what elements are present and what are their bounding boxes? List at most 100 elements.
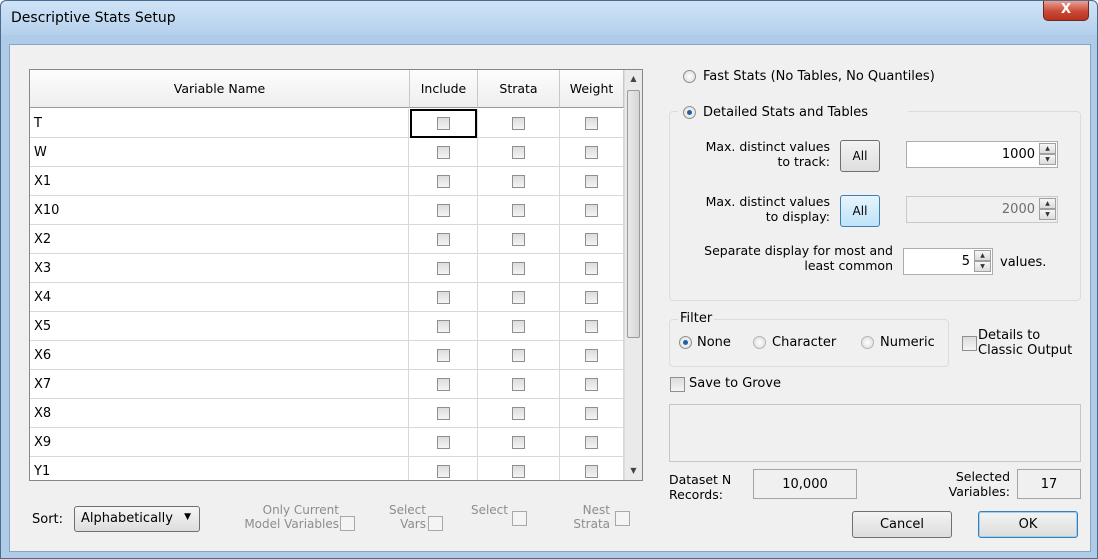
column-header-weight[interactable]: Weight xyxy=(560,70,624,108)
scroll-down-arrow-icon[interactable]: ▼ xyxy=(625,462,642,479)
include-checkbox[interactable] xyxy=(437,320,450,333)
table-row[interactable]: X3 xyxy=(30,254,624,283)
weight-checkbox[interactable] xyxy=(585,291,598,304)
variable-name-cell[interactable]: X3 xyxy=(30,254,409,283)
display-all-button[interactable]: All xyxy=(840,195,880,227)
sort-dropdown[interactable]: Alphabetically ▼ xyxy=(74,506,200,532)
include-checkbox[interactable] xyxy=(437,175,450,188)
include-checkbox[interactable] xyxy=(437,204,450,217)
spin-down-icon[interactable]: ▼ xyxy=(1039,209,1056,220)
variable-name-cell[interactable]: W xyxy=(30,138,409,167)
scrollbar-thumb[interactable] xyxy=(627,90,640,338)
weight-checkbox[interactable] xyxy=(585,175,598,188)
weight-checkbox[interactable] xyxy=(585,262,598,275)
strata-checkbox[interactable] xyxy=(512,233,525,246)
variable-name-cell[interactable]: X9 xyxy=(30,428,409,457)
strata-checkbox[interactable] xyxy=(512,175,525,188)
spin-up-icon[interactable]: ▲ xyxy=(1039,143,1056,154)
include-checkbox[interactable] xyxy=(437,291,450,304)
column-header-strata[interactable]: Strata xyxy=(478,70,560,108)
weight-checkbox[interactable] xyxy=(585,204,598,217)
variable-name-cell[interactable]: X4 xyxy=(30,283,409,312)
spin-down-icon[interactable]: ▼ xyxy=(974,261,991,272)
track-all-button[interactable]: All xyxy=(840,140,880,172)
variable-name-cell[interactable]: X10 xyxy=(30,196,409,225)
strata-checkbox[interactable] xyxy=(512,407,525,420)
include-checkbox[interactable] xyxy=(437,262,450,275)
table-row[interactable]: X2 xyxy=(30,225,624,254)
table-row[interactable]: X10 xyxy=(30,196,624,225)
table-row[interactable]: X8 xyxy=(30,399,624,428)
table-row[interactable]: X4 xyxy=(30,283,624,312)
strata-checkbox[interactable] xyxy=(512,349,525,362)
include-checkbox[interactable] xyxy=(437,436,450,449)
filter-none-label[interactable]: None xyxy=(697,335,731,350)
variable-name-cell[interactable]: X1 xyxy=(30,167,409,196)
variable-name-cell[interactable]: X7 xyxy=(30,370,409,399)
ok-button[interactable]: OK xyxy=(978,511,1078,538)
track-limit-input[interactable]: 1000 ▲ ▼ xyxy=(906,141,1058,168)
table-row[interactable]: X7 xyxy=(30,370,624,399)
display-limit-spinner[interactable]: ▲ ▼ xyxy=(1039,198,1056,221)
scroll-up-arrow-icon[interactable]: ▲ xyxy=(625,70,642,87)
weight-checkbox[interactable] xyxy=(585,378,598,391)
weight-checkbox[interactable] xyxy=(585,146,598,159)
spin-up-icon[interactable]: ▲ xyxy=(974,250,991,261)
filter-none-radio[interactable] xyxy=(679,336,692,349)
strata-checkbox[interactable] xyxy=(512,146,525,159)
save-to-grove-checkbox[interactable] xyxy=(670,377,685,392)
separate-display-input[interactable]: 5 ▲ ▼ xyxy=(903,248,993,275)
save-to-grove-label[interactable]: Save to Grove xyxy=(689,376,781,391)
variable-name-cell[interactable]: X8 xyxy=(30,399,409,428)
filter-character-radio[interactable] xyxy=(753,336,766,349)
spin-up-icon[interactable]: ▲ xyxy=(1039,198,1056,209)
details-classic-output-checkbox[interactable] xyxy=(962,336,977,351)
display-limit-input[interactable]: 2000 ▲ ▼ xyxy=(906,196,1058,223)
table-row[interactable]: Y1 xyxy=(30,457,624,480)
weight-checkbox[interactable] xyxy=(585,465,598,478)
strata-checkbox[interactable] xyxy=(512,262,525,275)
detailed-stats-label[interactable]: Detailed Stats and Tables xyxy=(703,105,868,120)
include-checkbox[interactable] xyxy=(437,146,450,159)
column-header-include[interactable]: Include xyxy=(410,70,478,108)
weight-checkbox[interactable] xyxy=(585,349,598,362)
select-checkbox[interactable] xyxy=(512,511,527,526)
filter-numeric-label[interactable]: Numeric xyxy=(880,335,935,350)
cancel-button[interactable]: Cancel xyxy=(852,511,952,538)
variable-name-cell[interactable]: Y1 xyxy=(30,457,409,480)
table-row[interactable]: X9 xyxy=(30,428,624,457)
strata-checkbox[interactable] xyxy=(512,465,525,478)
weight-checkbox[interactable] xyxy=(585,407,598,420)
table-row[interactable]: T xyxy=(30,109,624,138)
select-vars-checkbox[interactable] xyxy=(428,516,443,531)
fast-stats-label[interactable]: Fast Stats (No Tables, No Quantiles) xyxy=(703,69,935,84)
grid-vertical-scrollbar[interactable]: ▲ ▼ xyxy=(624,70,642,480)
close-button[interactable]: X xyxy=(1043,1,1089,21)
include-checkbox[interactable] xyxy=(437,407,450,420)
variable-name-cell[interactable]: X5 xyxy=(30,312,409,341)
strata-checkbox[interactable] xyxy=(512,117,525,130)
fast-stats-radio[interactable] xyxy=(683,70,696,83)
include-checkbox[interactable] xyxy=(437,349,450,362)
include-checkbox[interactable] xyxy=(437,233,450,246)
variable-name-cell[interactable]: X6 xyxy=(30,341,409,370)
strata-checkbox[interactable] xyxy=(512,291,525,304)
weight-checkbox[interactable] xyxy=(585,436,598,449)
variable-name-cell[interactable]: T xyxy=(30,109,409,138)
only-current-model-vars-checkbox[interactable] xyxy=(340,516,355,531)
separate-display-spinner[interactable]: ▲ ▼ xyxy=(974,250,991,273)
table-row[interactable]: W xyxy=(30,138,624,167)
table-row[interactable]: X6 xyxy=(30,341,624,370)
strata-checkbox[interactable] xyxy=(512,320,525,333)
include-checkbox[interactable] xyxy=(437,378,450,391)
detailed-stats-radio[interactable] xyxy=(683,106,696,119)
weight-checkbox[interactable] xyxy=(585,233,598,246)
track-limit-spinner[interactable]: ▲ ▼ xyxy=(1039,143,1056,166)
weight-checkbox[interactable] xyxy=(585,117,598,130)
variable-name-cell[interactable]: X2 xyxy=(30,225,409,254)
strata-checkbox[interactable] xyxy=(512,378,525,391)
nest-strata-checkbox[interactable] xyxy=(615,511,630,526)
filter-character-label[interactable]: Character xyxy=(772,335,836,350)
column-header-variable-name[interactable]: Variable Name xyxy=(30,70,410,108)
include-checkbox[interactable] xyxy=(437,465,450,478)
